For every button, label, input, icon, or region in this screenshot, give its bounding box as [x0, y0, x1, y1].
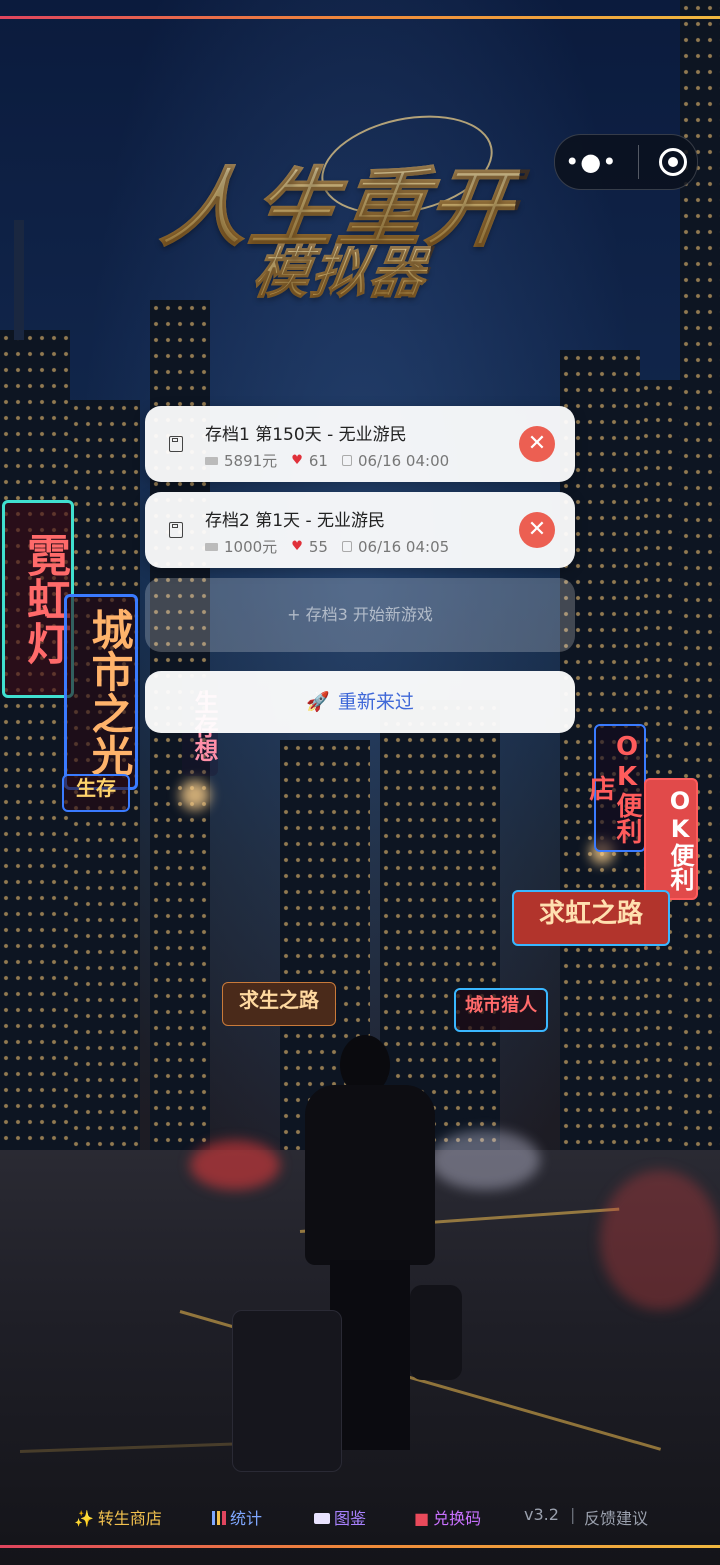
stats-label: 统计 [230, 1509, 263, 1528]
footer-divider: | [570, 1505, 576, 1524]
neon-sign-ok-store: OK便利店 [585, 724, 646, 852]
redeem-link[interactable]: ■ 兑换码 [414, 1505, 481, 1529]
save-health: 55 [308, 537, 328, 556]
stats-link[interactable]: 统计 [212, 1505, 262, 1529]
version-label: v3.2 [524, 1505, 559, 1524]
more-dots-icon[interactable]: •●• [565, 150, 617, 174]
restart-label: 重新来过 [337, 691, 414, 713]
delete-save-button[interactable]: ✕ [519, 426, 555, 462]
logo-title-line2: 模拟器 [248, 228, 433, 309]
footer-nav: ✨ 转生商店 统计 图鉴 ■ 兑换码 v3.2 | 反馈建议 [0, 1505, 720, 1531]
target-close-icon[interactable] [658, 148, 687, 176]
save-slot-meta: 5891元 ♥ 61 06/16 04:00 [205, 450, 449, 471]
restart-button[interactable]: 🚀 重新来过 [145, 671, 575, 733]
save-slot-meta: 1000元 ♥ 55 06/16 04:05 [205, 536, 449, 557]
feedback-link[interactable]: 反馈建议 [584, 1505, 648, 1529]
save-money: 5891元 [224, 452, 278, 470]
rocket-icon: 🚀 [306, 691, 330, 713]
save-health: 61 [308, 451, 328, 470]
delete-save-button[interactable]: ✕ [519, 512, 555, 548]
save-slot-1[interactable]: 存档1 第150天 - 无业游民 5891元 ♥ 61 06/16 04:00 … [145, 406, 575, 482]
bottom-accent-bar [0, 1545, 720, 1548]
neon-sign-survive: 生存 [62, 774, 130, 812]
neon-sign-city-hunter: 城市猎人 [454, 988, 548, 1032]
capsule-divider [637, 145, 639, 179]
money-icon [205, 542, 218, 551]
save-money: 1000元 [224, 538, 278, 556]
game-logo: 人生重开 模拟器 [150, 100, 560, 309]
neon-sign-rainbow-road: 求虹之路 [512, 890, 670, 946]
heart-icon: ♥ [291, 453, 303, 468]
save-time: 06/16 04:00 [357, 451, 450, 470]
neon-sign-seek-life-road: 求生之路 [222, 982, 336, 1026]
heart-icon: ♥ [291, 539, 303, 554]
shop-label: 转生商店 [97, 1509, 162, 1528]
top-accent-bar [0, 16, 720, 19]
save-slot-title: 存档1 第150天 - 无业游民 [205, 425, 407, 445]
open-book-icon [314, 1513, 330, 1524]
sparkles-icon: ✨ [74, 1509, 94, 1528]
shop-link[interactable]: ✨ 转生商店 [74, 1505, 162, 1529]
calendar-icon [341, 455, 352, 466]
gallery-link[interactable]: 图鉴 [314, 1505, 366, 1529]
redeem-label: 兑换码 [433, 1509, 482, 1528]
money-icon [205, 456, 218, 465]
gift-icon: ■ [414, 1509, 430, 1528]
new-game-slot-3[interactable]: + 存档3 开始新游戏 [145, 578, 575, 652]
calendar-icon [341, 541, 352, 552]
save-time: 06/16 04:05 [357, 537, 450, 556]
neon-sign-city: 城市之光 [64, 594, 138, 790]
floppy-save-icon [169, 522, 183, 538]
save-slot-title: 存档2 第1天 - 无业游民 [205, 511, 385, 531]
floppy-save-icon [169, 436, 183, 452]
mini-program-capsule: •●• [554, 134, 698, 190]
neon-sign-ok-store-2: OK便利 [644, 778, 698, 900]
bar-chart-icon [212, 1511, 226, 1525]
save-slot-2[interactable]: 存档2 第1天 - 无业游民 1000元 ♥ 55 06/16 04:05 ✕ [145, 492, 575, 568]
gallery-label: 图鉴 [334, 1509, 367, 1528]
